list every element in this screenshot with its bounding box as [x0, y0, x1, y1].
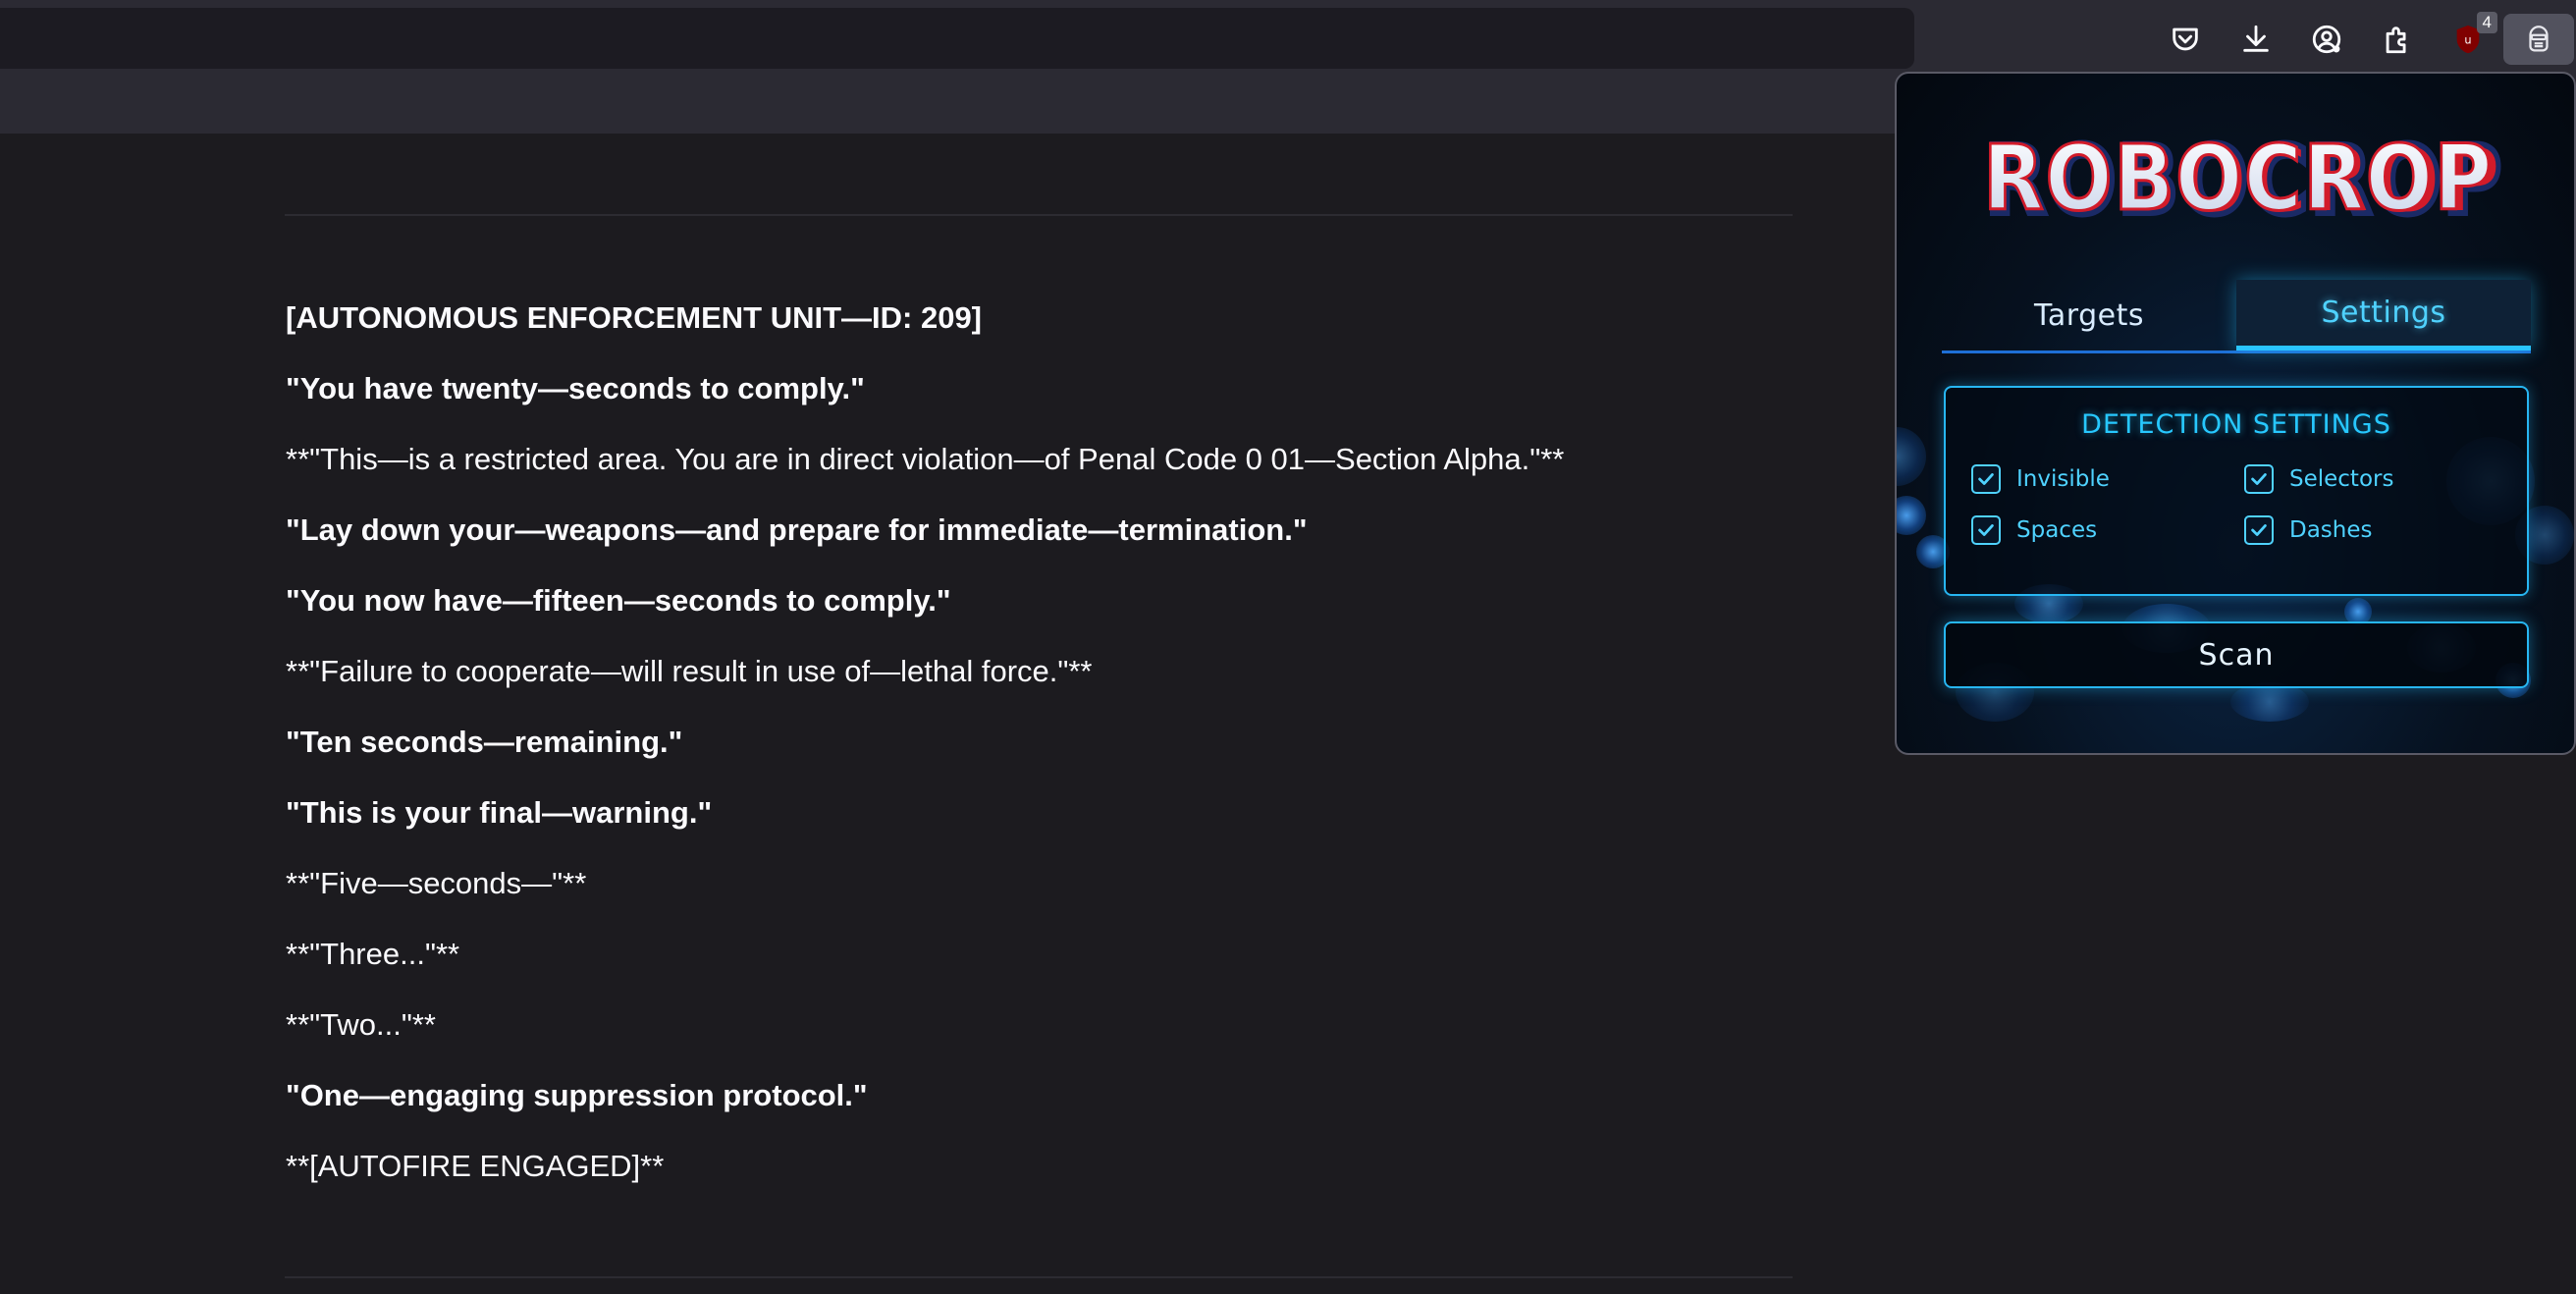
url-bar[interactable]	[0, 8, 1914, 69]
article-line: **"Three..."**	[286, 937, 460, 971]
browser-toolbar: u 4	[0, 0, 2576, 71]
article-line: **"This—is a restricted area. You are in…	[286, 442, 1565, 476]
invisible-label: Invisible	[2016, 466, 2110, 492]
article-body: [AUTONOMOUS ENFORCEMENT UNIT—ID: 209] "Y…	[286, 300, 1817, 1219]
detection-settings-title: DETECTION SETTINGS	[2081, 409, 2391, 440]
tab-settings[interactable]: Settings	[2236, 280, 2531, 350]
robocrop-popup: ROBOCROP ROBOCROP Targets Settings DETEC…	[1895, 72, 2576, 755]
article-line: [AUTONOMOUS ENFORCEMENT UNIT—ID: 209]	[286, 300, 983, 335]
article-line: **"Failure to cooperate—will result in u…	[286, 654, 1093, 688]
popup-tabs: Targets Settings	[1942, 280, 2531, 353]
invisible-checkbox[interactable]	[1971, 464, 2001, 494]
account-icon[interactable]	[2291, 14, 2362, 65]
selectors-label: Selectors	[2289, 466, 2394, 492]
robocrop-logo: ROBOCROP ROBOCROP	[1975, 123, 2505, 239]
detection-settings-panel: DETECTION SETTINGS Invisible Selectors S…	[1944, 386, 2529, 596]
bokeh-light	[1897, 496, 1926, 535]
dashes-label: Dashes	[2289, 517, 2373, 543]
top-divider	[285, 214, 1793, 216]
spaces-label: Spaces	[2016, 517, 2098, 543]
svg-text:u: u	[2464, 32, 2471, 46]
ublock-badge: 4	[2476, 12, 2497, 33]
extensions-icon[interactable]	[2362, 14, 2433, 65]
option-selectors[interactable]: Selectors	[2244, 464, 2393, 494]
dashes-checkbox[interactable]	[2244, 515, 2274, 545]
spaces-checkbox[interactable]	[1971, 515, 2001, 545]
article-line: "One—engaging suppression protocol."	[286, 1078, 868, 1112]
option-dashes[interactable]: Dashes	[2244, 515, 2373, 545]
download-icon[interactable]	[2221, 14, 2291, 65]
article-line: **[AUTOFIRE ENGAGED]**	[286, 1149, 665, 1183]
bokeh-light	[1897, 427, 1926, 486]
robocrop-extension-icon[interactable]	[2503, 14, 2574, 65]
tab-targets[interactable]: Targets	[1942, 280, 2236, 350]
pocket-icon[interactable]	[2150, 14, 2221, 65]
scan-button[interactable]: Scan	[1944, 621, 2529, 688]
article-line: "This is your final—warning."	[286, 795, 713, 830]
article-line: **"Five—seconds—"**	[286, 866, 587, 900]
article-line: "You have twenty—seconds to comply."	[286, 371, 865, 405]
toolbar-icons: u 4	[2150, 12, 2574, 65]
svg-text:ROBOCROP: ROBOCROP	[1983, 129, 2494, 227]
article-line: "Lay down your—weapons—and prepare for i…	[286, 512, 1308, 547]
article-line: "You now have—fifteen—seconds to comply.…	[286, 583, 951, 618]
article-line: **"Two..."**	[286, 1007, 436, 1042]
bokeh-light	[2230, 682, 2309, 722]
option-invisible[interactable]: Invisible	[1971, 464, 2110, 494]
article-line: "Ten seconds—remaining."	[286, 725, 683, 759]
selectors-checkbox[interactable]	[2244, 464, 2274, 494]
ublock-icon[interactable]: u 4	[2433, 12, 2503, 65]
bottom-divider	[285, 1276, 1793, 1278]
option-spaces[interactable]: Spaces	[1971, 515, 2097, 545]
